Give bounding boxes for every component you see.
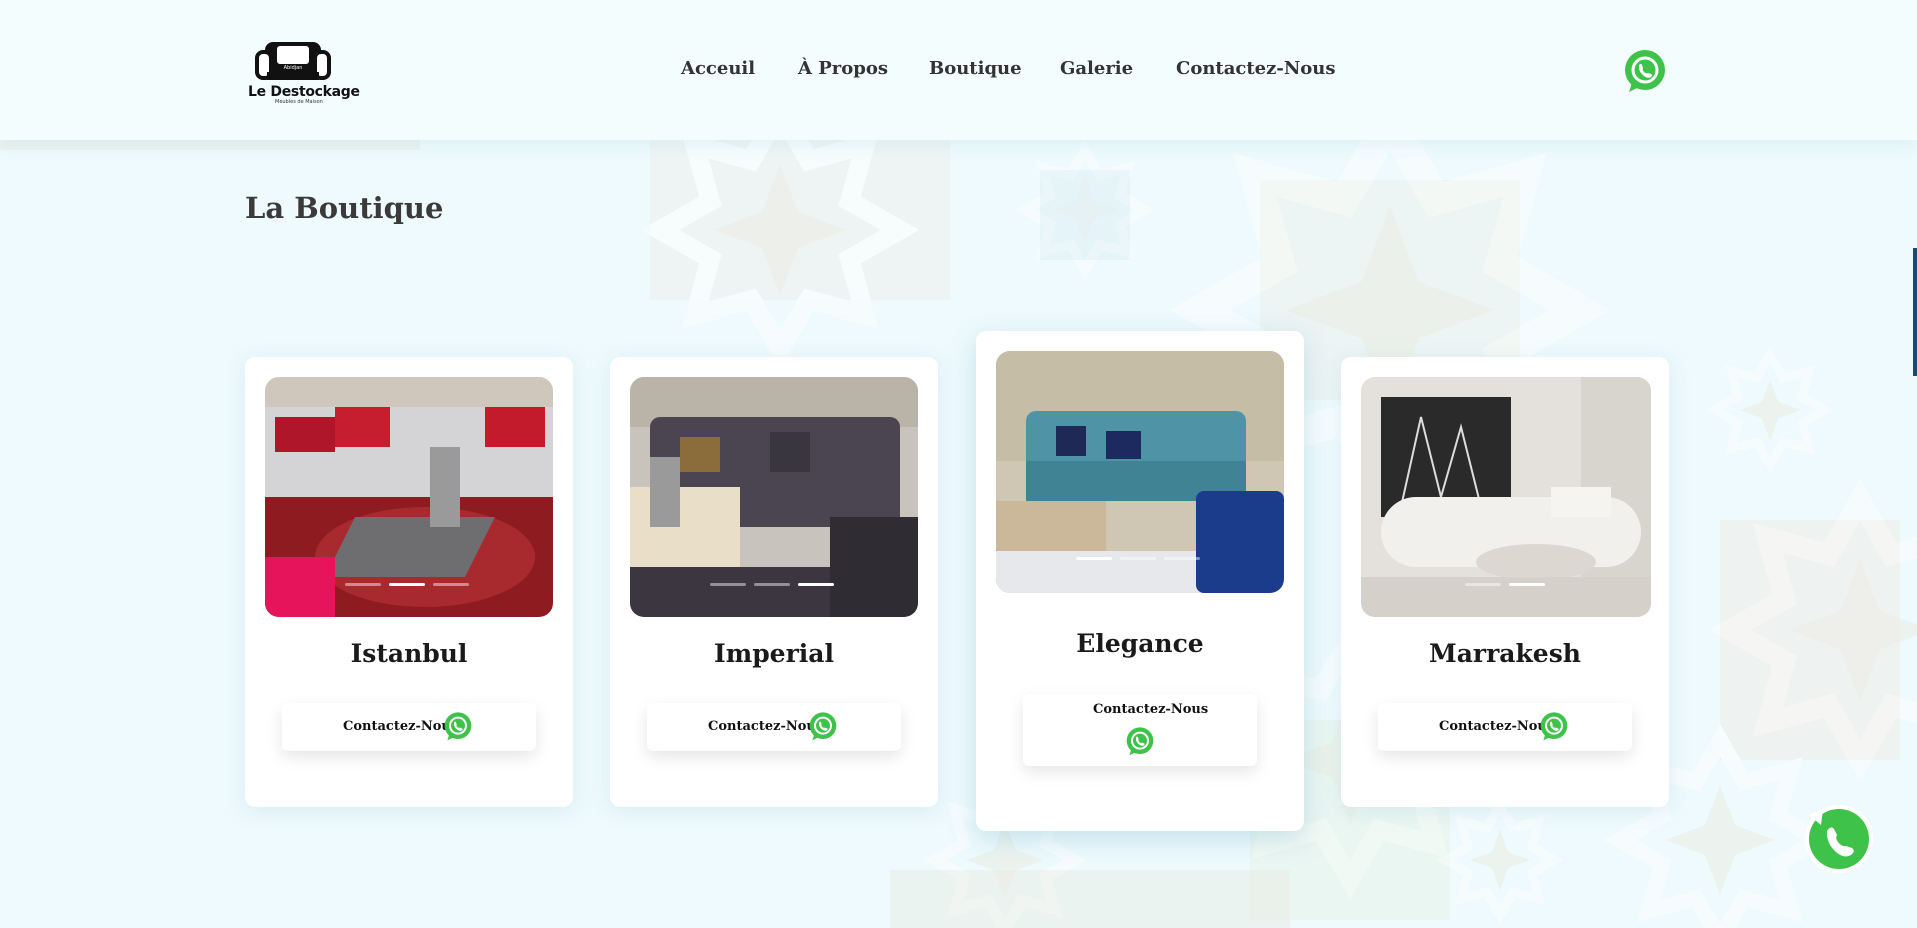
contact-button-imperial[interactable]: Contactez-Nous <box>647 703 901 751</box>
contact-button-istanbul[interactable]: Contactez-Nous <box>282 703 536 751</box>
product-card-marrakesh: Marrakesh Contactez-Nous <box>1341 357 1669 807</box>
product-title: Imperial <box>714 639 834 668</box>
contact-button-label: Contactez-Nous <box>343 719 459 734</box>
carousel-indicators[interactable] <box>1076 557 1200 560</box>
phone-icon <box>1805 805 1873 873</box>
product-image-istanbul[interactable] <box>265 377 553 617</box>
contact-button-elegance[interactable]: Contactez-Nous <box>1023 694 1257 766</box>
carousel-dot[interactable] <box>1164 557 1200 560</box>
whatsapp-icon[interactable] <box>1623 48 1667 96</box>
brand-name: Le Destockage <box>248 84 360 100</box>
carousel-indicators[interactable] <box>1465 583 1545 586</box>
product-title: Elegance <box>1076 629 1204 658</box>
product-card-elegance: Elegance Contactez-Nous <box>976 331 1304 831</box>
nav-item-acceuil[interactable]: Acceuil <box>681 58 755 79</box>
floating-call-button[interactable] <box>1801 801 1875 875</box>
nav-item-a-propos[interactable]: À Propos <box>798 58 888 79</box>
carousel-dot-active[interactable] <box>798 583 834 586</box>
carousel-indicators[interactable] <box>345 583 469 586</box>
product-image-elegance[interactable] <box>996 351 1284 593</box>
carousel-dot[interactable] <box>1120 557 1156 560</box>
carousel-dot-active[interactable] <box>1076 557 1112 560</box>
brand-tagline: Meubles de Maison <box>275 99 323 105</box>
product-image-imperial[interactable] <box>630 377 918 617</box>
whatsapp-icon <box>809 712 837 741</box>
whatsapp-icon <box>444 712 472 741</box>
contact-button-marrakesh[interactable]: Contactez-Nous <box>1378 703 1632 751</box>
carousel-dot[interactable] <box>1465 583 1501 586</box>
carousel-dot[interactable] <box>433 583 469 586</box>
contact-button-label: Contactez-Nous <box>708 719 824 734</box>
carousel-dot-active[interactable] <box>1509 583 1545 586</box>
product-card-istanbul: Istanbul Contactez-Nous <box>245 357 573 807</box>
carousel-dot-active[interactable] <box>389 583 425 586</box>
page-title: La Boutique <box>245 191 444 225</box>
whatsapp-icon <box>1540 712 1568 741</box>
product-image-marrakesh[interactable] <box>1361 377 1651 617</box>
svg-text:Abidjan: Abidjan <box>284 65 303 71</box>
product-title: Istanbul <box>350 639 468 668</box>
carousel-dot[interactable] <box>710 583 746 586</box>
whatsapp-icon <box>1126 727 1154 756</box>
product-title: Marrakesh <box>1429 639 1581 668</box>
nav-item-contactez-nous[interactable]: Contactez-Nous <box>1176 58 1336 79</box>
carousel-indicators[interactable] <box>710 583 834 586</box>
contact-button-label: Contactez-Nous <box>1093 702 1209 717</box>
contact-button-label: Contactez-Nous <box>1439 719 1555 734</box>
site-header: Abidjan Le Destockage Meubles de Maison … <box>0 0 1917 140</box>
nav-item-boutique[interactable]: Boutique <box>929 58 1022 79</box>
carousel-dot[interactable] <box>345 583 381 586</box>
product-card-imperial: Imperial Contactez-Nous <box>610 357 938 807</box>
nav-item-galerie[interactable]: Galerie <box>1060 58 1133 79</box>
carousel-dot[interactable] <box>754 583 790 586</box>
scrollbar-thumb[interactable] <box>1913 248 1917 376</box>
